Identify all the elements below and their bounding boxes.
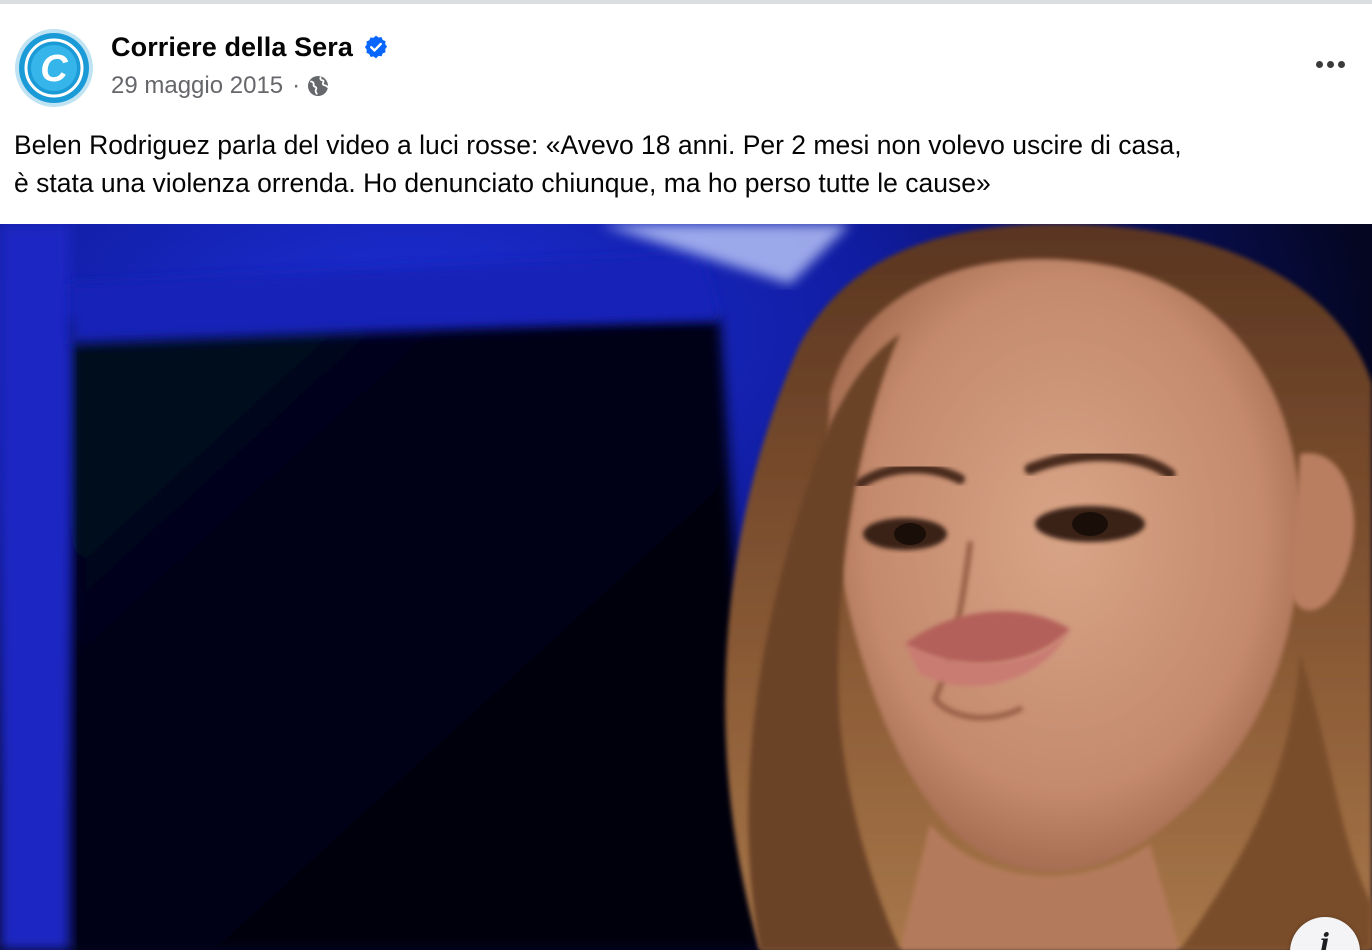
avatar-letter: C [40,48,68,90]
divider [0,0,1372,4]
avatar[interactable]: C [14,28,94,108]
more-dots-icon [1315,60,1323,68]
post-meta: 29 maggio 2015 · [111,69,389,103]
facebook-post: C Corriere della Sera 29 maggio 2015 · B… [0,0,1372,950]
post-photo[interactable] [0,224,1372,950]
globe-icon[interactable] [306,74,330,98]
author-row: Corriere della Sera [111,30,389,64]
post-date-link[interactable]: 29 maggio 2015 [111,72,283,100]
corriere-logo-icon: C [15,29,93,107]
photo-image [0,224,1372,950]
caption-line: è stata una violenza orrenda. Ho denunci… [14,168,991,198]
meta-separator: · [292,72,301,99]
post-caption: Belen Rodriguez parla del video a luci r… [14,126,1364,202]
page-name-link[interactable]: Corriere della Sera [111,32,353,63]
post-header: Corriere della Sera 29 maggio 2015 · [111,30,389,103]
verified-badge-icon [364,35,388,59]
info-icon: i [1320,929,1330,950]
more-options-button[interactable] [1300,42,1360,86]
caption-line: Belen Rodriguez parla del video a luci r… [14,130,1182,160]
